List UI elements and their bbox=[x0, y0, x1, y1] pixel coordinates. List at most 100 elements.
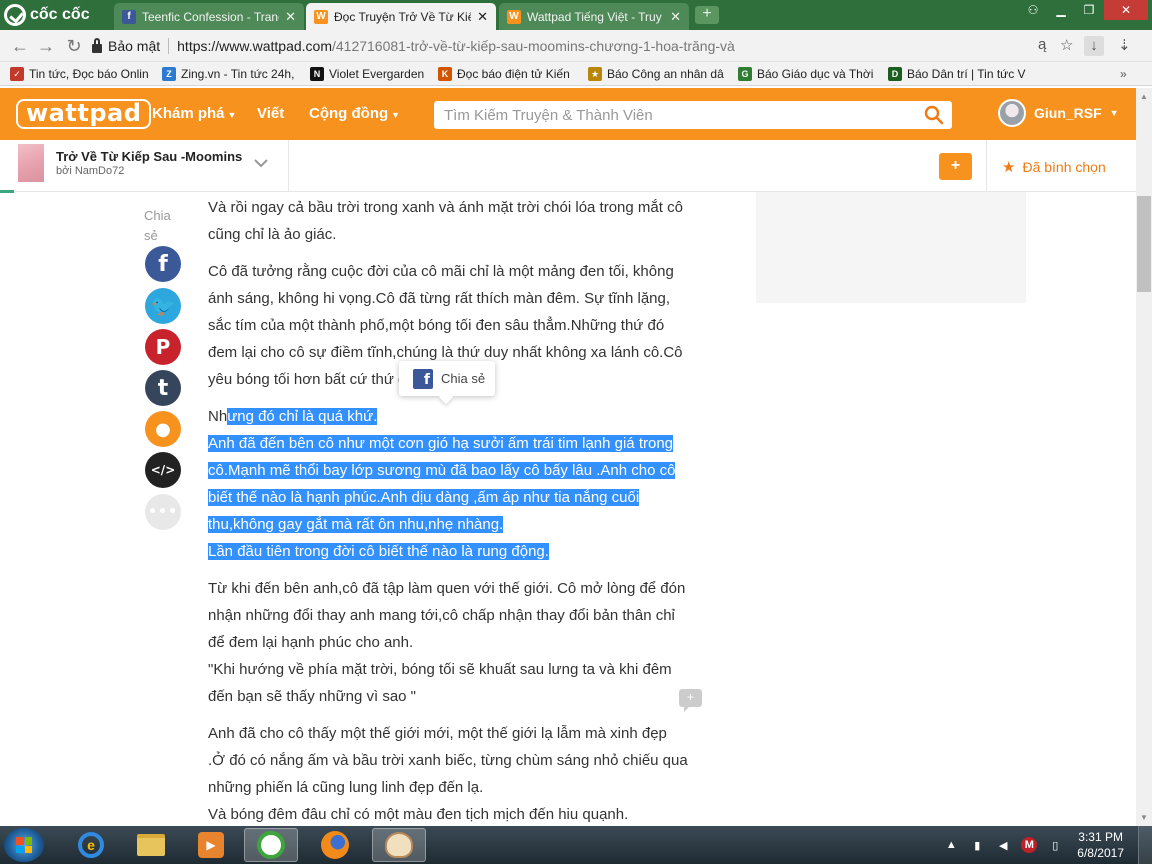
bookmark-label: Zing.vn - Tin tức 24h, bbox=[181, 67, 295, 81]
user-menu[interactable]: Giun_RSF ▼ bbox=[998, 99, 1119, 127]
download-icon[interactable]: ↓ bbox=[1084, 36, 1104, 56]
nav-write[interactable]: Viết bbox=[257, 105, 284, 122]
translate-icon[interactable]: ą bbox=[1038, 36, 1046, 53]
embed-share-button[interactable]: </> bbox=[145, 452, 181, 488]
selected-text: Anh đã đến bên cô như một cơn gió hạ sưở… bbox=[208, 435, 676, 533]
show-hidden-icons-icon[interactable]: ▲ bbox=[943, 837, 959, 853]
selected-text: ưng đó chỉ là quá khứ. bbox=[227, 408, 378, 425]
antivirus-icon[interactable]: M bbox=[1021, 837, 1038, 853]
add-to-library-button[interactable]: + bbox=[939, 153, 972, 180]
vote-button[interactable]: ★ Đã bình chọn bbox=[1002, 158, 1106, 176]
address-bar[interactable]: Bảo mật https://www.wattpad.com /4127160… bbox=[92, 34, 1110, 58]
media-player-icon: ▶ bbox=[198, 832, 224, 858]
scroll-thumb[interactable] bbox=[1137, 196, 1151, 292]
bookmark-label: Violet Evergarden bbox=[329, 67, 425, 81]
story-cover-thumbnail[interactable] bbox=[18, 144, 44, 182]
window-controls: ⚇ ▁ ❐ ✕ bbox=[1020, 0, 1148, 20]
bookmark-item[interactable]: N Violet Evergarden bbox=[310, 66, 428, 82]
taskbar-file-explorer[interactable] bbox=[124, 828, 178, 862]
vote-label: Đã bình chọn bbox=[1022, 159, 1106, 175]
wattpad-icon: W bbox=[314, 9, 328, 24]
bookmark-item[interactable]: G Báo Giáo dục và Thời bbox=[738, 66, 874, 82]
profile-share-button[interactable]: ● bbox=[145, 411, 181, 447]
facebook-icon: f bbox=[158, 251, 168, 277]
browser-tabstrip: cốc cốc f Teenfic Confession - Trang ✕ W… bbox=[0, 0, 1152, 30]
scroll-down-icon[interactable]: ▼ bbox=[1136, 809, 1152, 826]
text: Nh bbox=[208, 408, 228, 425]
search-input[interactable] bbox=[434, 101, 904, 129]
close-tab-icon[interactable]: ✕ bbox=[285, 9, 296, 25]
pinterest-share-button[interactable]: P bbox=[145, 329, 181, 365]
chapter-text: Và rồi ngay cả bầu trời trong xanh và án… bbox=[208, 194, 688, 838]
bookmark-item[interactable]: K Đọc báo điện tử Kiến bbox=[438, 66, 574, 82]
inline-comment-icon[interactable]: + bbox=[679, 689, 702, 712]
nav-community[interactable]: Cộng đồng ▼ bbox=[309, 105, 400, 122]
taskbar-media-player[interactable]: ▶ bbox=[184, 828, 238, 862]
browser-tab-1[interactable]: f Teenfic Confession - Trang ✕ bbox=[114, 3, 304, 30]
bookmark-item[interactable]: ✓ Tin tức, Đọc báo Onlin bbox=[10, 66, 150, 82]
browser-brand-label: cốc cốc bbox=[30, 6, 90, 23]
browser-tab-3[interactable]: W Wattpad Tiếng Việt - Truy ✕ bbox=[499, 3, 689, 30]
bookmarks-overflow-icon[interactable]: » bbox=[1120, 66, 1134, 82]
reload-icon[interactable]: ↻ bbox=[64, 36, 84, 56]
username: Giun_RSF bbox=[1034, 105, 1102, 121]
power-icon[interactable]: ▯ bbox=[1047, 837, 1063, 853]
bookmark-item[interactable]: ★ Báo Công an nhân dâ bbox=[588, 66, 724, 82]
forward-icon[interactable]: → bbox=[36, 36, 56, 56]
story-title[interactable]: Trở Về Từ Kiếp Sau -Moomins bbox=[56, 149, 242, 164]
story-bar-divider bbox=[288, 140, 289, 192]
show-desktop-button[interactable] bbox=[1138, 826, 1152, 864]
share-selection-tooltip[interactable]: f Chia sẻ bbox=[399, 361, 495, 396]
page-scrollbar[interactable]: ▲ ▼ bbox=[1136, 88, 1152, 826]
taskbar-internet-explorer[interactable]: e bbox=[64, 828, 118, 862]
close-window-button[interactable]: ✕ bbox=[1104, 0, 1148, 20]
nav-explore[interactable]: Khám phá ▼ bbox=[152, 105, 236, 122]
maximize-button[interactable]: ❐ bbox=[1076, 0, 1102, 20]
tumblr-icon: t bbox=[157, 375, 169, 401]
close-tab-icon[interactable]: ✕ bbox=[477, 9, 488, 25]
bookmark-favicon-icon: Z bbox=[162, 67, 176, 81]
star-icon: ★ bbox=[1002, 159, 1016, 176]
bookmark-star-icon[interactable]: ☆ bbox=[1060, 36, 1073, 54]
firefox-icon bbox=[321, 831, 349, 859]
tab-title: Teenfic Confession - Trang bbox=[142, 9, 280, 24]
network-icon[interactable]: ▮ bbox=[969, 837, 985, 853]
avatar bbox=[998, 99, 1026, 127]
new-tab-button[interactable]: + bbox=[695, 6, 719, 24]
back-icon[interactable]: ← bbox=[10, 36, 30, 56]
more-share-button[interactable]: ••• bbox=[145, 494, 181, 530]
taskbar-coccoc[interactable] bbox=[244, 828, 298, 862]
tab-title: Đọc Truyện Trở Về Từ Kiếp bbox=[334, 9, 472, 24]
folder-icon bbox=[137, 834, 165, 856]
paragraph: Từ khi đến bên anh,cô đã tập làm quen vớ… bbox=[208, 575, 688, 710]
story-author[interactable]: bởi NamDo72 bbox=[56, 165, 124, 177]
selected-text: Lần đầu tiên trong đời cô biết thế nào l… bbox=[208, 543, 549, 560]
facebook-share-button[interactable]: f bbox=[145, 246, 181, 282]
chevron-down-icon[interactable] bbox=[252, 154, 270, 172]
taskbar-firefox[interactable] bbox=[308, 828, 362, 862]
search-icon[interactable] bbox=[924, 105, 944, 125]
minimize-button[interactable]: ▁ bbox=[1048, 0, 1074, 20]
address-divider bbox=[168, 38, 170, 54]
bookmark-item[interactable]: Z Zing.vn - Tin tức 24h, bbox=[162, 66, 296, 82]
tumblr-share-button[interactable]: t bbox=[145, 370, 181, 406]
search-box bbox=[434, 101, 952, 129]
close-tab-icon[interactable]: ✕ bbox=[670, 9, 681, 25]
profile-icon[interactable]: ⚇ bbox=[1020, 0, 1046, 20]
reading-progress-bar bbox=[0, 190, 14, 193]
bookmark-item[interactable]: D Báo Dân trí | Tin tức V bbox=[888, 66, 1026, 82]
clock[interactable]: 3:31 PM 6/8/2017 bbox=[1077, 829, 1124, 861]
twitter-share-button[interactable]: 🐦 bbox=[145, 288, 181, 324]
start-button[interactable] bbox=[4, 828, 44, 862]
wattpad-logo[interactable]: wattpad bbox=[16, 99, 152, 129]
browser-tab-2[interactable]: W Đọc Truyện Trở Về Từ Kiếp ✕ bbox=[306, 3, 496, 30]
taskbar-paint[interactable] bbox=[372, 828, 426, 862]
scroll-up-icon[interactable]: ▲ bbox=[1136, 88, 1152, 105]
browser-brand[interactable]: cốc cốc bbox=[4, 3, 112, 27]
tab-title: Wattpad Tiếng Việt - Truy bbox=[527, 9, 662, 24]
wattpad-icon: W bbox=[507, 9, 521, 24]
volume-icon[interactable]: ◀ bbox=[995, 837, 1011, 853]
menu-icon[interactable]: ⇣ bbox=[1118, 36, 1131, 54]
facebook-icon: f bbox=[122, 9, 136, 24]
bookmark-favicon-icon: K bbox=[438, 67, 452, 81]
